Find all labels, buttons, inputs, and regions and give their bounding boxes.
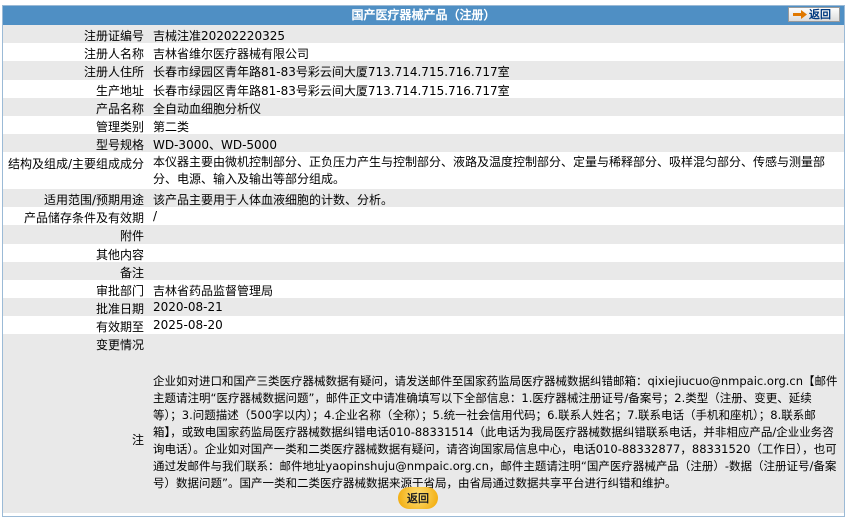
title-bar: 国产医疗器械产品（注册） 返回	[3, 6, 844, 25]
table-row: 批准日期 2020-08-21	[3, 298, 844, 316]
table-row: 附件	[3, 225, 844, 244]
field-value: 吉械注准20202220325	[153, 29, 285, 43]
field-label: 审批部门	[95, 284, 144, 298]
field-value: 第二类	[153, 120, 190, 134]
field-value: WD-3000、WD-5000	[153, 138, 277, 152]
field-label: 变更情况	[95, 338, 144, 352]
field-value: 企业如对进口和国产三类医疗器械数据有疑问，请发送邮件至国家药监局医疗器械数据纠错…	[153, 374, 838, 490]
field-label: 附件	[119, 229, 144, 243]
field-label: 注册人住所	[83, 65, 144, 79]
table-row: 结构及组成/主要组成成分 本仪器主要由微机控制部分、正负压力产生与控制部分、液路…	[3, 152, 844, 189]
table-row: 型号规格 WD-3000、WD-5000	[3, 134, 844, 152]
field-label: 适用范围/预期用途	[43, 193, 144, 207]
table-row: 产品储存条件及有效期 /	[3, 207, 844, 225]
table-row: 备注	[3, 262, 844, 280]
table-row: 管理类别 第二类	[3, 116, 844, 134]
field-label: 产品名称	[95, 102, 144, 116]
back-button-top[interactable]: 返回	[788, 7, 840, 22]
back-button-label: 返回	[407, 492, 429, 505]
field-value: 长春市绿园区青年路81-83号彩云间大厦713.714.715.716.717室	[153, 65, 510, 79]
field-value: 吉林省药品监督管理局	[153, 284, 274, 298]
field-label: 生产地址	[95, 84, 144, 98]
back-button-label: 返回	[809, 8, 831, 21]
field-label: 其他内容	[95, 248, 144, 262]
table-row: 变更情况	[3, 334, 844, 352]
field-value: 全自动血细胞分析仪	[153, 102, 262, 116]
table-row: 生产地址 长春市绿园区青年路81-83号彩云间大厦713.714.715.716…	[3, 80, 844, 98]
table-row: 注册证编号 吉械注准20202220325	[3, 25, 844, 43]
table-row: 注册人名称 吉林省维尔医疗器械有限公司	[3, 43, 844, 61]
field-label: 型号规格	[95, 138, 144, 152]
field-value: 吉林省维尔医疗器械有限公司	[153, 47, 310, 61]
page-title: 国产医疗器械产品（注册）	[351, 8, 496, 22]
field-value: 2020-08-21	[153, 300, 223, 314]
table-row: 产品名称 全自动血细胞分析仪	[3, 98, 844, 116]
table-row: 适用范围/预期用途 该产品主要用于人体血液细胞的计数、分析。	[3, 189, 844, 207]
field-label: 结构及组成/主要组成成分	[7, 157, 144, 171]
field-value: 长春市绿园区青年路81-83号彩云间大厦713.714.715.716.717室	[153, 84, 510, 98]
field-label: 管理类别	[95, 120, 144, 134]
field-label: 注	[131, 433, 144, 447]
field-value: 该产品主要用于人体血液细胞的计数、分析。	[153, 193, 394, 207]
field-label: 批准日期	[95, 302, 144, 316]
field-label: 产品储存条件及有效期	[23, 211, 144, 225]
table-row: 审批部门 吉林省药品监督管理局	[3, 280, 844, 298]
table-row: 注册人住所 长春市绿园区青年路81-83号彩云间大厦713.714.715.71…	[3, 61, 844, 80]
back-button-bottom[interactable]: 返回	[398, 487, 438, 509]
arrow-right-icon	[793, 10, 807, 19]
field-value: 本仪器主要由微机控制部分、正负压力产生与控制部分、液路及温度控制部分、定量与稀释…	[153, 155, 826, 186]
field-value: /	[153, 209, 158, 223]
field-label: 注册人名称	[83, 47, 144, 61]
table-row: 其他内容	[3, 244, 844, 262]
field-label: 有效期至	[95, 320, 144, 334]
field-label: 注册证编号	[83, 29, 144, 43]
detail-panel: 国产医疗器械产品（注册） 返回 注册证编号 吉械注准20202220325 注册…	[2, 5, 845, 517]
field-value: 2025-08-20	[153, 318, 223, 332]
table-row: 有效期至 2025-08-20	[3, 316, 844, 334]
field-label: 备注	[119, 266, 144, 280]
